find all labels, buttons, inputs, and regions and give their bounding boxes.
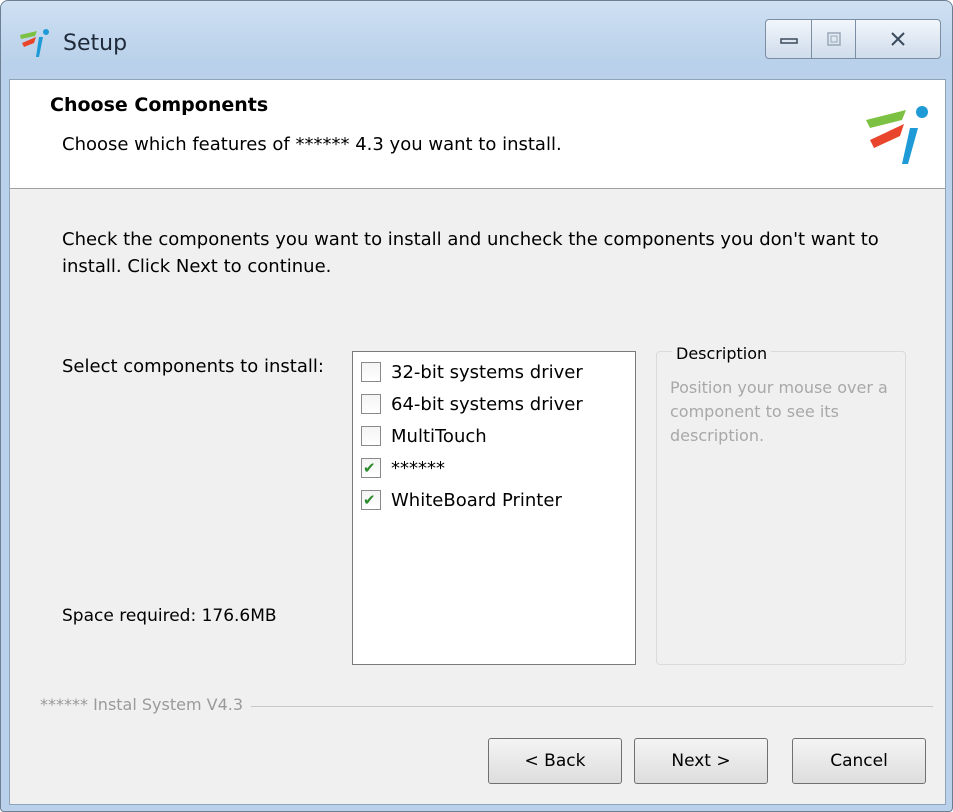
description-text: Position your mouse over a component to … bbox=[670, 378, 888, 445]
space-required-label: Space required: 176.6MB bbox=[62, 606, 277, 626]
component-item[interactable]: 64-bit systems driver bbox=[361, 390, 583, 418]
next-button[interactable]: Next > bbox=[634, 738, 768, 784]
app-logo-icon bbox=[20, 29, 49, 57]
component-label: ****** bbox=[391, 457, 445, 479]
component-label: 64-bit systems driver bbox=[391, 393, 583, 415]
component-item[interactable]: MultiTouch bbox=[361, 422, 487, 450]
maximize-icon bbox=[827, 32, 841, 46]
check-icon: ✔ bbox=[363, 491, 376, 509]
installer-brand-label: ****** Instal System V4.3 bbox=[40, 695, 252, 714]
component-checkbox[interactable]: ✔ bbox=[361, 490, 381, 510]
component-label: MultiTouch bbox=[391, 425, 487, 447]
close-button[interactable] bbox=[855, 19, 941, 59]
maximize-button[interactable] bbox=[811, 19, 857, 59]
page-subtitle: Choose which features of ****** 4.3 you … bbox=[62, 134, 562, 155]
minimize-button[interactable] bbox=[765, 19, 813, 59]
description-title: Description bbox=[672, 344, 772, 363]
back-button[interactable]: < Back bbox=[488, 738, 622, 784]
select-components-label: Select components to install: bbox=[62, 356, 324, 377]
component-item[interactable]: ✔ ****** bbox=[361, 454, 445, 482]
dialog-client-area: Choose Components Choose which features … bbox=[9, 79, 946, 805]
page-title: Choose Components bbox=[50, 94, 269, 116]
window-title: Setup bbox=[63, 31, 128, 56]
component-label: WhiteBoard Printer bbox=[391, 489, 562, 511]
check-icon: ✔ bbox=[363, 459, 376, 477]
title-bar[interactable]: Setup bbox=[1, 1, 952, 79]
product-logo-icon bbox=[866, 106, 928, 164]
component-checkbox[interactable] bbox=[361, 426, 381, 446]
instructions-text: Check the components you want to install… bbox=[62, 229, 879, 277]
setup-window: Setup Choose Components Choose which fea… bbox=[0, 0, 953, 812]
component-item[interactable]: ✔ WhiteBoard Printer bbox=[361, 486, 562, 514]
component-checkbox[interactable]: ✔ bbox=[361, 458, 381, 478]
minimize-icon bbox=[780, 38, 798, 44]
page-header: Choose Components Choose which features … bbox=[10, 80, 945, 189]
close-icon bbox=[891, 32, 905, 46]
component-item[interactable]: 32-bit systems driver bbox=[361, 358, 583, 386]
cancel-button[interactable]: Cancel bbox=[792, 738, 926, 784]
component-checkbox[interactable] bbox=[361, 394, 381, 414]
component-label: 32-bit systems driver bbox=[391, 361, 583, 383]
components-list[interactable]: 32-bit systems driver 64-bit systems dri… bbox=[352, 351, 636, 665]
component-checkbox[interactable] bbox=[361, 362, 381, 382]
